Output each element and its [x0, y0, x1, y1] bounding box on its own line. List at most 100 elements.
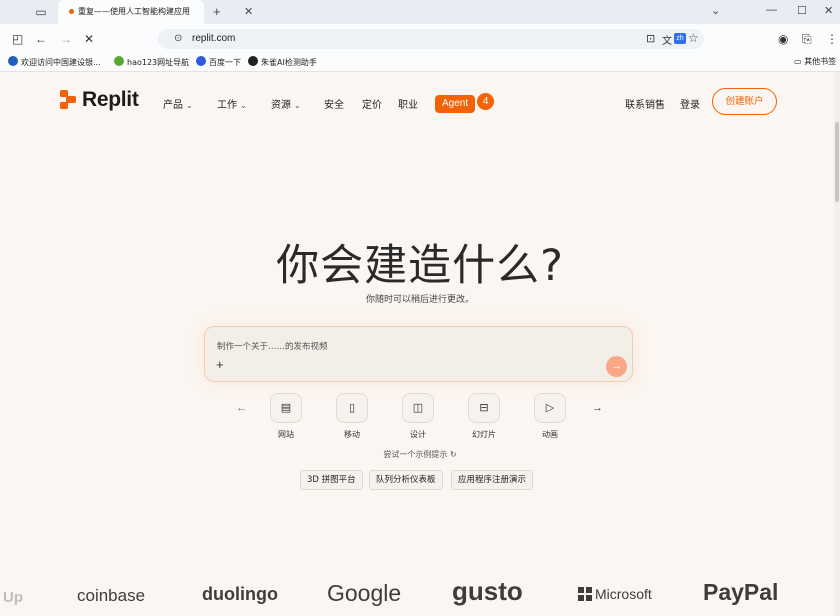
try-example-label: 尝试一个示例提示 — [383, 450, 448, 459]
bookmark-label: 欢迎访问中国建设银... — [21, 58, 101, 67]
category-slides[interactable]: ⊟ 幻灯片 — [468, 393, 500, 440]
logo-wordmark: Replit — [82, 88, 139, 111]
send-arrow-icon[interactable]: → — [606, 356, 627, 377]
categories-next-arrow-icon[interactable]: → — [592, 402, 603, 414]
nav-pricing[interactable]: 定价 — [362, 96, 382, 111]
animation-play-icon: ▷ — [534, 393, 566, 423]
design-canvas-icon: ◫ — [402, 393, 434, 423]
brand-logo-paypal: PayPal — [703, 579, 779, 605]
stop-loading-icon[interactable]: ✕ — [84, 32, 94, 46]
nav-work[interactable]: 工作 ⌄ — [217, 96, 247, 111]
nav-products[interactable]: 产品 ⌄ — [163, 96, 193, 111]
nav-security[interactable]: 安全 — [324, 96, 344, 111]
browser-menu-icon[interactable]: ⋮ — [826, 32, 838, 46]
install-app-icon[interactable]: ⊡ — [646, 32, 655, 45]
hero-subtitle: 你随时可以稍后进行更改。 — [365, 295, 474, 305]
brand-logo-google: Google — [327, 580, 402, 606]
bookmarks-bar: 欢迎访问中国建设银... hao123网址导航 百度一下 朱雀AI检测助手 ▭ … — [0, 54, 840, 72]
category-animation[interactable]: ▷ 动画 — [534, 393, 566, 440]
other-bookmarks-label: 其他书签 — [804, 57, 837, 66]
maximize-window-icon[interactable]: ☐ — [797, 4, 807, 17]
slides-stack-icon: ⊟ — [468, 393, 500, 423]
example-chip[interactable]: 队列分析仪表板 — [369, 470, 443, 490]
create-account-button[interactable]: 创建账户 — [712, 88, 777, 115]
back-arrow-icon[interactable]: ← — [35, 32, 47, 46]
tab-favicon-icon — [69, 9, 74, 14]
nav-label: 工作 — [217, 100, 237, 111]
brand-logo-microsoft: Microsoft — [578, 586, 652, 604]
category-label: 移动 — [344, 430, 360, 439]
chevron-down-icon: ⌄ — [240, 101, 247, 110]
ccb-logo-icon — [8, 56, 18, 66]
replit-mark-icon — [60, 90, 76, 110]
agent-label: Agent — [435, 95, 476, 113]
refresh-icon[interactable]: ↻ — [450, 450, 457, 459]
tab-search-icon[interactable]: ▭ — [34, 5, 48, 19]
scrollbar-thumb[interactable] — [835, 122, 839, 202]
translate-language-badge[interactable]: zh — [674, 33, 686, 44]
chevron-down-icon: ⌄ — [294, 101, 301, 110]
attach-plus-icon[interactable]: + — [216, 357, 224, 372]
tab-close-icon[interactable]: ✕ — [244, 5, 253, 18]
try-example-prompt[interactable]: 尝试一个示例提示 ↻ — [0, 449, 840, 460]
new-tab-icon[interactable]: + — [213, 4, 221, 19]
tab-title: 重复——使用人工智能构建应用 — [78, 7, 190, 16]
browser-tab-active[interactable]: 重复——使用人工智能构建应用 ✕ — [58, 0, 253, 24]
bookmark-item[interactable]: 欢迎访问中国建设银... — [8, 56, 101, 68]
category-label: 动画 — [542, 430, 558, 439]
bookmark-item[interactable]: 朱雀AI检测助手 — [248, 56, 317, 68]
bookmark-star-icon[interactable]: ☆ — [688, 31, 699, 45]
login-link[interactable]: 登录 — [680, 96, 700, 111]
brand-logo-duolingo: duolingo — [202, 584, 278, 604]
bookmark-label: 朱雀AI检测助手 — [261, 58, 317, 67]
forward-arrow-icon[interactable]: → — [60, 32, 72, 46]
browser-tab-bar: ▭ 重复——使用人工智能构建应用 ✕ + ⌄ — ☐ ✕ — [0, 0, 840, 24]
extensions-icon[interactable]: ⎘ — [802, 32, 812, 46]
baidu-paw-icon — [196, 56, 206, 66]
microsoft-squares-icon — [578, 587, 592, 601]
nav-label: 产品 — [163, 100, 183, 111]
nav-careers[interactable]: 职业 — [398, 96, 418, 111]
bookmark-label: 百度一下 — [209, 58, 241, 67]
tab-list-chevron-icon[interactable]: ⌄ — [711, 4, 720, 17]
example-chip[interactable]: 应用程序注册演示 — [451, 470, 534, 490]
agent-nav-button[interactable]: Agent 4 — [435, 93, 495, 113]
profile-icon[interactable]: ◉ — [778, 32, 788, 46]
hero-title: 你会建造什么? — [276, 241, 564, 291]
prompt-input-box[interactable]: 制作一个关于……的发布视频 + → — [204, 326, 633, 382]
category-label: 幻灯片 — [472, 430, 496, 439]
example-chip[interactable]: 3D 拼图平台 — [300, 470, 363, 490]
close-window-icon[interactable]: ✕ — [824, 4, 833, 17]
other-bookmarks[interactable]: ▭ 其他书签 — [794, 56, 836, 67]
hao123-logo-icon — [114, 56, 124, 66]
chevron-down-icon: ⌄ — [186, 101, 193, 110]
replit-landing-page: Replit 产品 ⌄ 工作 ⌄ 资源 ⌄ 安全 定价 职业 Agent 4 联系销售 … — [0, 72, 840, 616]
brand-logo-up: Up — [3, 589, 23, 606]
bookmark-item[interactable]: 百度一下 — [196, 56, 241, 68]
contact-sales-link[interactable]: 联系销售 — [625, 96, 665, 111]
site-info-icon[interactable]: ⊙ — [174, 33, 182, 44]
zhuque-logo-icon — [248, 56, 258, 66]
tab-actions-icon[interactable]: ◰ — [12, 32, 23, 46]
brand-logo-coinbase: coinbase — [77, 586, 146, 605]
nav-resources[interactable]: 资源 ⌄ — [271, 96, 301, 111]
brand-logo-gusto: gusto — [452, 576, 523, 606]
browser-window-icon: ▤ — [270, 393, 302, 423]
category-label: 设计 — [410, 430, 426, 439]
bookmark-label: hao123网址导航 — [127, 58, 190, 67]
category-website[interactable]: ▤ 网站 — [270, 393, 302, 440]
category-mobile[interactable]: ▯ 移动 — [336, 393, 368, 440]
agent-badge: 4 — [477, 93, 495, 110]
translate-icon[interactable]: 文 — [662, 32, 672, 47]
categories-prev-arrow-icon[interactable]: ← — [236, 402, 247, 414]
bookmark-item[interactable]: hao123网址导航 — [114, 56, 189, 68]
prompt-placeholder[interactable]: 制作一个关于……的发布视频 — [217, 340, 328, 352]
minimize-window-icon[interactable]: — — [766, 4, 777, 16]
folder-icon: ▭ — [794, 57, 805, 66]
browser-toolbar: ◰ ← → ✕ ⊙ replit.com ⊡ 文 zh ☆ ◉ ⎘ ⋮ — [0, 24, 840, 54]
page-scrollbar[interactable] — [834, 72, 840, 616]
category-design[interactable]: ◫ 设计 — [402, 393, 434, 440]
address-bar[interactable]: ⊙ replit.com ⊡ 文 zh ☆ — [158, 29, 704, 49]
mobile-phone-icon: ▯ — [336, 393, 368, 423]
address-url[interactable]: replit.com — [192, 33, 235, 44]
